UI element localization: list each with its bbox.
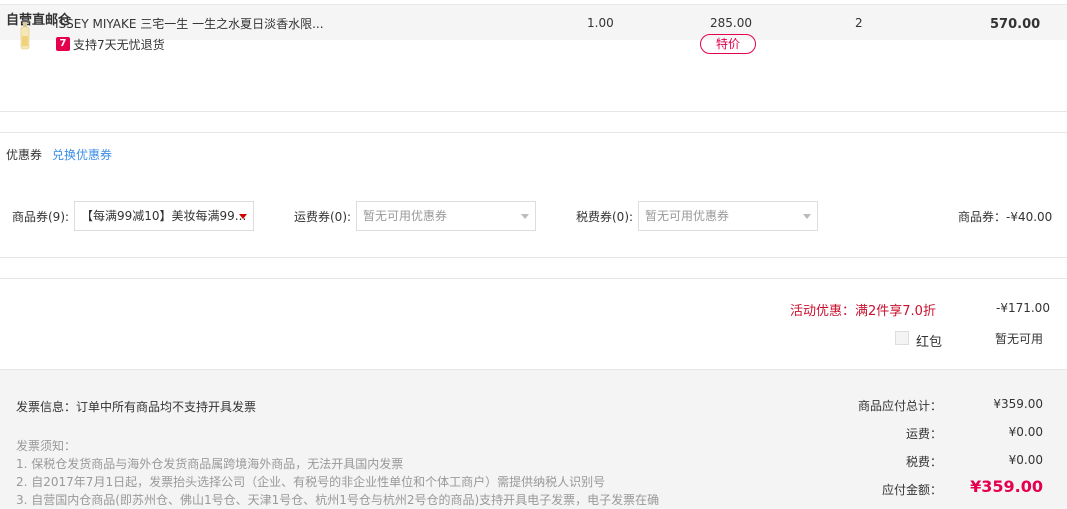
goods-coupon-select[interactable]: 【每满99减10】美妆每满99... xyxy=(74,201,254,231)
exchange-coupon-link[interactable]: 兑换优惠券 xyxy=(52,146,112,163)
chevron-down-icon xyxy=(239,214,247,219)
tax-coupon-placeholder: 暂无可用优惠券 xyxy=(645,209,730,223)
divider xyxy=(0,257,1067,258)
invoice-notice-line: 1. 保税仓发货商品与海外仓发货商品属跨境海外商品，无法开具国内发票 xyxy=(16,457,404,471)
product-price: 285.00 xyxy=(710,16,752,30)
shipping-coupon-placeholder: 暂无可用优惠券 xyxy=(363,209,448,223)
hongbao-value: 暂无可用 xyxy=(995,332,1044,346)
return-policy-text: 支持7天无忧退货 xyxy=(73,38,165,52)
pay-total-label: 应付金额： xyxy=(881,483,942,497)
invoice-info: 发票信息：订单中所有商品均不支持开具发票 xyxy=(16,400,257,414)
invoice-notice-line: 2. 自2017年7月1日起，发票抬头选择公司（企业、有税号的非企业性单位和个体… xyxy=(16,475,606,489)
goods-total-label: 商品应付总计： xyxy=(857,399,942,413)
divider xyxy=(0,278,1067,279)
tax-coupon-label: 税费券(0): xyxy=(576,210,634,224)
tax-value: ¥0.00 xyxy=(1008,453,1043,467)
pay-total-value: ¥359.00 xyxy=(970,477,1043,496)
activity-discount-label: 活动优惠：满2件享7.0折 xyxy=(790,304,936,319)
shipping-coupon-select[interactable]: 暂无可用优惠券 xyxy=(356,201,536,231)
coupon-section-label: 优惠券 xyxy=(6,148,43,162)
invoice-notice-line: 3. 自营国内仓商品(即苏州仓、佛山1号仓、天津1号仓、杭州1号仓与杭州2号仓的… xyxy=(16,493,660,507)
product-subtotal: 570.00 xyxy=(990,17,1041,32)
goods-total-value: ¥359.00 xyxy=(993,397,1043,411)
tax-label: 税费： xyxy=(905,455,942,469)
divider xyxy=(0,132,1067,133)
chevron-down-icon xyxy=(803,214,811,219)
coupon-discount-summary: 商品券：-¥40.00 xyxy=(958,210,1053,224)
product-quantity: 2 xyxy=(855,16,863,30)
chevron-down-icon xyxy=(521,214,529,219)
invoice-notice-title: 发票须知： xyxy=(16,439,77,453)
hongbao-checkbox[interactable] xyxy=(895,331,909,345)
product-unit: 1.00 xyxy=(587,16,614,30)
shipping-value: ¥0.00 xyxy=(1008,425,1043,439)
goods-coupon-selected: 【每满99减10】美妆每满99... xyxy=(81,209,247,223)
shipping-label: 运费： xyxy=(905,427,942,441)
activity-discount-value: -¥171.00 xyxy=(996,301,1050,315)
product-thumbnail[interactable] xyxy=(20,22,30,50)
hongbao-label: 红包 xyxy=(916,335,943,350)
tax-coupon-select[interactable]: 暂无可用优惠券 xyxy=(638,201,818,231)
shipping-coupon-label: 运费券(0): xyxy=(294,210,352,224)
goods-coupon-label: 商品券(9): xyxy=(12,210,70,224)
return-icon: 7 xyxy=(56,37,70,51)
special-price-badge: 特价 xyxy=(700,34,756,54)
product-name[interactable]: ISSEY MIYAKE 三宅一生 一生之水夏日淡香水限... xyxy=(55,15,324,32)
